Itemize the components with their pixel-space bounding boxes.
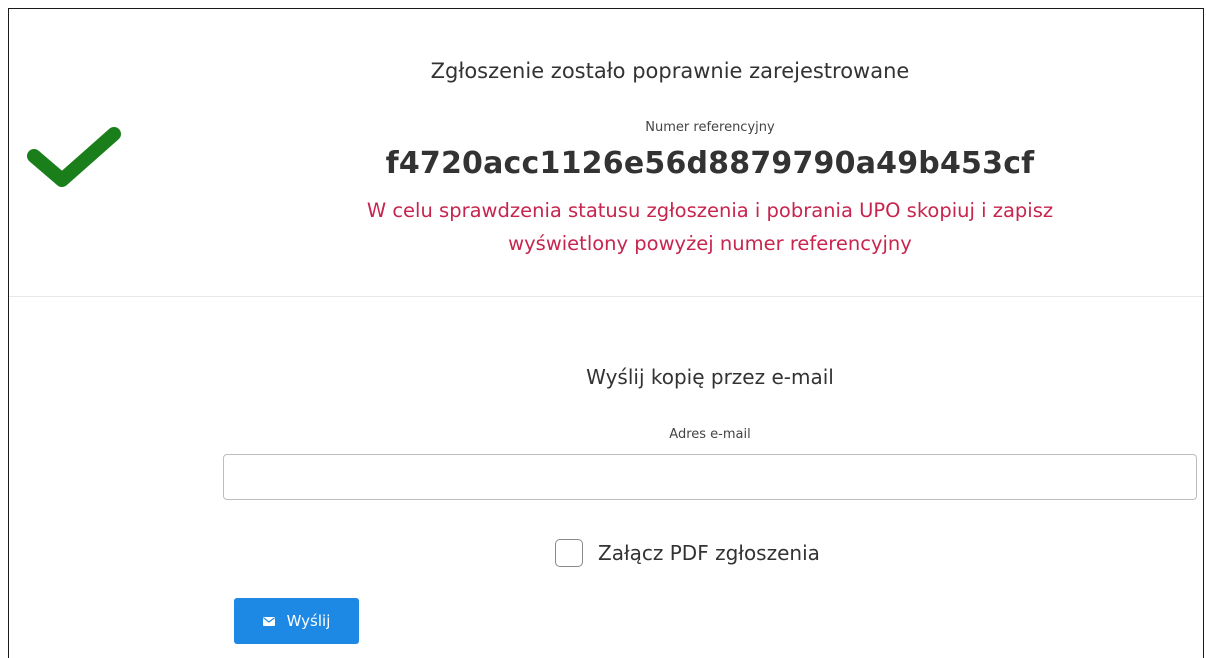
email-field-label: Adres e-mail [669,427,751,442]
check-icon [27,127,121,187]
reference-warning-line-1: W celu sprawdzenia statusu zgłoszenia i … [366,199,1054,222]
envelope-icon [262,616,275,626]
send-button-label: Wyślij [286,612,331,630]
email-field[interactable] [223,454,1197,500]
email-section-title: Wyślij kopię przez e-mail [586,365,834,389]
reference-warning: W celu sprawdzenia statusu zgłoszenia i … [250,194,1170,260]
reference-warning-line-2: wyświetlony powyżej numer referencyjny [508,232,912,255]
reference-number: f4720acc1126e56d8879790a49b453cf [385,146,1035,181]
section-divider [9,296,1203,297]
attach-pdf-option[interactable]: Załącz PDF zgłoszenia [555,538,820,568]
attach-pdf-checkbox[interactable] [555,539,583,567]
confirmation-title: Zgłoszenie zostało poprawnie zarejestrow… [430,59,910,83]
send-button[interactable]: Wyślij [234,598,359,644]
attach-pdf-label[interactable]: Załącz PDF zgłoszenia [598,541,820,565]
reference-number-label: Numer referencyjny [645,120,775,135]
